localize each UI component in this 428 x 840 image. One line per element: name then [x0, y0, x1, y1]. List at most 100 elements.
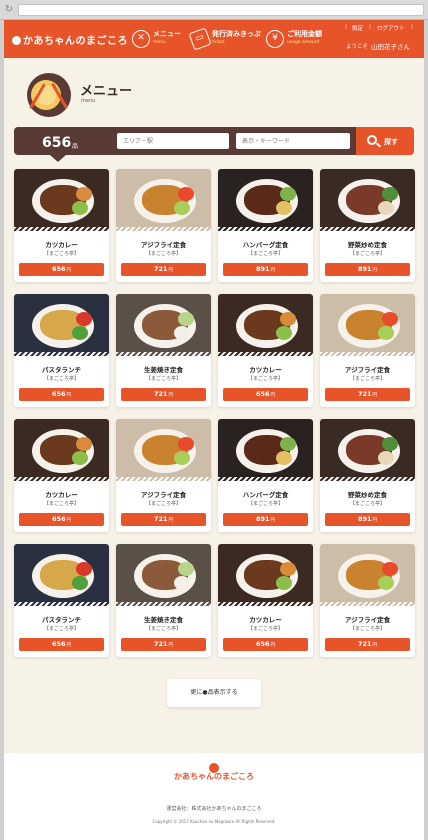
- food-photo[interactable]: [320, 544, 415, 606]
- food-photo[interactable]: [320, 419, 415, 481]
- food-photo[interactable]: [116, 169, 211, 231]
- food-photo[interactable]: [14, 294, 109, 356]
- price-button[interactable]: 721円: [121, 388, 206, 401]
- food-photo[interactable]: [218, 419, 313, 481]
- footer-logo[interactable]: かあちゃんのまごころ: [4, 771, 424, 782]
- price-button[interactable]: 656円: [19, 263, 104, 276]
- shop-name: 【まごころ亭】: [247, 501, 283, 507]
- price-value: 721: [153, 265, 168, 273]
- food-photo[interactable]: [116, 544, 211, 606]
- yen-unit: 円: [168, 643, 174, 648]
- keyword-input[interactable]: [236, 133, 350, 149]
- garnish-shape: [280, 562, 296, 576]
- price-button[interactable]: 891円: [325, 513, 410, 526]
- food-photo[interactable]: [14, 544, 109, 606]
- user-name: 山田花子さん: [371, 43, 410, 51]
- menu-card[interactable]: ハンバーグ定食 【まごころ亭】 891円: [218, 419, 313, 532]
- price-button[interactable]: 721円: [121, 638, 206, 651]
- garnish-shape: [178, 312, 194, 326]
- food-photo[interactable]: [116, 294, 211, 356]
- menu-card[interactable]: 野菜炒め定食 【まごころ亭】 891円: [320, 419, 415, 532]
- price-button[interactable]: 656円: [223, 638, 308, 651]
- food-photo[interactable]: [320, 169, 415, 231]
- garnish-shape: [72, 326, 88, 340]
- page-title: メニュー: [80, 84, 133, 99]
- price-button[interactable]: 721円: [325, 388, 410, 401]
- result-count: 656: [42, 135, 72, 151]
- price-value: 656: [51, 640, 66, 648]
- garnish-shape: [174, 201, 190, 215]
- dish-name: 野菜炒め定食: [348, 241, 387, 249]
- menu-card[interactable]: カツカレー 【まごころ亭】 656円: [14, 169, 109, 282]
- price-button[interactable]: 656円: [223, 388, 308, 401]
- price-button[interactable]: 656円: [19, 638, 104, 651]
- yen-unit: 円: [66, 643, 72, 648]
- show-more-button[interactable]: 更に●品表示する: [167, 679, 261, 707]
- menu-card[interactable]: アジフライ定食 【まごころ亭】 721円: [320, 294, 415, 407]
- food-photo[interactable]: [218, 544, 313, 606]
- price-button[interactable]: 721円: [121, 513, 206, 526]
- menu-card[interactable]: パスタランチ 【まごころ亭】 656円: [14, 294, 109, 407]
- food-photo[interactable]: [14, 419, 109, 481]
- garnish-shape: [174, 576, 190, 590]
- yen-unit: 円: [66, 393, 72, 398]
- price-button[interactable]: 721円: [121, 263, 206, 276]
- garnish-shape: [76, 312, 92, 326]
- garnish-shape: [382, 312, 398, 326]
- site-logo[interactable]: かあちゃんのまごころ: [12, 32, 128, 47]
- food-photo[interactable]: [320, 294, 415, 356]
- nav-menu[interactable]: ✕ メニュー menu: [132, 28, 192, 52]
- nav-usage[interactable]: ¥ ご利用金額 usage amount: [266, 28, 336, 52]
- dish-name: ハンバーグ定食: [242, 241, 289, 249]
- food-photo[interactable]: [14, 169, 109, 231]
- logout-link[interactable]: ログアウト: [377, 24, 405, 32]
- price-button[interactable]: 656円: [19, 513, 104, 526]
- menu-card[interactable]: 野菜炒め定食 【まごころ亭】 891円: [320, 169, 415, 282]
- shop-name: 【まごころ亭】: [43, 251, 79, 257]
- settings-link[interactable]: 設定: [352, 24, 363, 32]
- price-value: 656: [51, 390, 66, 398]
- yen-unit: 円: [270, 518, 276, 523]
- dish-name: パスタランチ: [42, 616, 81, 624]
- price-value: 656: [51, 265, 66, 273]
- menu-card[interactable]: アジフライ定食 【まごころ亭】 721円: [116, 419, 211, 532]
- shop-name: 【まごころ亭】: [247, 251, 283, 257]
- area-input[interactable]: [117, 133, 229, 149]
- price-value: 656: [51, 515, 66, 523]
- menu-card[interactable]: アジフライ定食 【まごころ亭】 721円: [320, 544, 415, 657]
- menu-card[interactable]: パスタランチ 【まごころ亭】 656円: [14, 544, 109, 657]
- menu-card[interactable]: 生姜焼き定食 【まごころ亭】 721円: [116, 294, 211, 407]
- shop-name: 【まごころ亭】: [145, 251, 181, 257]
- shop-name: 【まごころ亭】: [145, 501, 181, 507]
- menu-card[interactable]: カツカレー 【まごころ亭】 656円: [14, 419, 109, 532]
- address-bar[interactable]: [18, 4, 424, 16]
- price-value: 721: [153, 515, 168, 523]
- menu-card[interactable]: カツカレー 【まごころ亭】 656円: [218, 294, 313, 407]
- price-button[interactable]: 656円: [19, 388, 104, 401]
- reload-icon[interactable]: ↻: [3, 4, 15, 16]
- price-value: 656: [255, 390, 270, 398]
- price-button[interactable]: 891円: [223, 263, 308, 276]
- zigzag-edge: [320, 602, 415, 606]
- dish-name: 生姜焼き定食: [144, 616, 183, 624]
- yen-unit: 円: [372, 393, 378, 398]
- garnish-shape: [378, 451, 394, 465]
- price-button[interactable]: 891円: [325, 263, 410, 276]
- zigzag-edge: [218, 477, 313, 481]
- search-button[interactable]: 探す: [356, 127, 414, 155]
- menu-card[interactable]: 生姜焼き定食 【まごころ亭】 721円: [116, 544, 211, 657]
- price-value: 721: [153, 640, 168, 648]
- menu-card[interactable]: カツカレー 【まごころ亭】 656円: [218, 544, 313, 657]
- menu-card[interactable]: アジフライ定食 【まごころ亭】 721円: [116, 169, 211, 282]
- garnish-shape: [276, 576, 292, 590]
- dish-name: アジフライ定食: [344, 616, 391, 624]
- food-photo[interactable]: [218, 169, 313, 231]
- food-photo[interactable]: [218, 294, 313, 356]
- price-button[interactable]: 891円: [223, 513, 308, 526]
- price-button[interactable]: 721円: [325, 638, 410, 651]
- nav-ticket[interactable]: ▭ 発行済みきっぷ ticket: [188, 27, 261, 52]
- yen-unit: 円: [66, 518, 72, 523]
- zigzag-edge: [116, 352, 211, 356]
- food-photo[interactable]: [116, 419, 211, 481]
- menu-card[interactable]: ハンバーグ定食 【まごころ亭】 891円: [218, 169, 313, 282]
